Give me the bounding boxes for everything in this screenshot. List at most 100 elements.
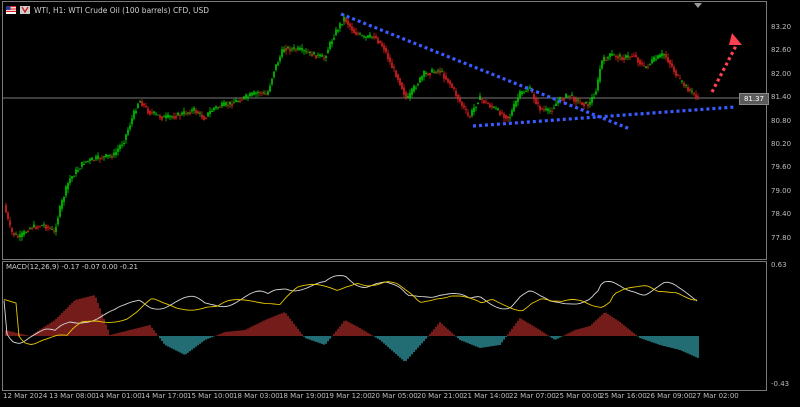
- macd-histogram-bar: [109, 335, 111, 336]
- candle-body: [139, 101, 141, 103]
- macd-histogram-bar: [463, 336, 465, 342]
- macd-histogram-bar: [369, 334, 371, 336]
- macd-histogram-bar: [295, 326, 297, 336]
- candle-body: [141, 101, 143, 107]
- candle-body: [563, 98, 565, 101]
- macd-histogram-bar: [659, 336, 661, 345]
- candle-body: [429, 72, 431, 76]
- candle-body: [523, 92, 525, 94]
- macd-histogram-bar: [115, 333, 117, 336]
- macd-histogram-bar: [419, 336, 421, 346]
- candle-body: [575, 98, 577, 103]
- macd-histogram-bar: [441, 323, 443, 336]
- macd-histogram-bar: [279, 314, 281, 336]
- candle-body: [161, 116, 163, 120]
- macd-histogram-bar: [515, 323, 517, 336]
- candle-body: [603, 56, 605, 62]
- candle-body: [519, 91, 521, 98]
- macd-histogram-bar: [53, 320, 55, 336]
- macd-histogram-bar: [431, 331, 433, 336]
- candle-body: [505, 115, 507, 119]
- macd-histogram-bar: [531, 325, 533, 336]
- candle-body: [47, 226, 49, 228]
- candle-body: [257, 92, 259, 94]
- descending-trendline[interactable]: [340, 12, 631, 131]
- macd-histogram-bar: [361, 329, 363, 336]
- candle-body: [277, 62, 279, 66]
- candle-body: [283, 49, 285, 53]
- candle-body: [87, 160, 89, 162]
- macd-histogram-bar: [67, 307, 69, 336]
- macd-histogram-bar: [177, 336, 179, 352]
- candle-body: [677, 74, 679, 76]
- time-axis-label: 26 Mar 09:00: [646, 392, 693, 400]
- macd-axis-bottom: -0.43: [771, 380, 790, 388]
- candle-body: [235, 100, 237, 102]
- candle-body: [551, 110, 553, 112]
- macd-histogram-bar: [103, 319, 105, 336]
- candle-body: [239, 100, 241, 103]
- macd-histogram-bar: [579, 328, 581, 336]
- candle-body: [43, 224, 45, 226]
- macd-histogram-bar: [9, 331, 11, 336]
- macd-histogram-bar: [397, 336, 399, 356]
- macd-histogram-bar: [487, 336, 489, 347]
- candle-body: [359, 33, 361, 35]
- macd-histogram-bar: [211, 336, 213, 338]
- macd-histogram-bar: [91, 295, 93, 336]
- candle-body: [423, 71, 425, 77]
- macd-histogram-bar: [695, 336, 697, 358]
- candle-body: [447, 78, 449, 83]
- candle-body: [401, 82, 403, 90]
- candle-body: [517, 97, 519, 102]
- candle-body: [349, 23, 351, 27]
- candle-body: [441, 71, 443, 73]
- macd-histogram-bar: [409, 336, 411, 357]
- candle-body: [435, 71, 437, 74]
- macd-histogram-bar: [575, 329, 577, 336]
- candle-body: [213, 107, 215, 110]
- candle-body: [49, 227, 51, 229]
- candle-body: [323, 57, 325, 59]
- macd-histogram-bar: [399, 336, 401, 358]
- macd-histogram-bar: [187, 336, 189, 353]
- candle-body: [295, 49, 297, 51]
- candle-body: [463, 105, 465, 108]
- candle-body: [443, 73, 445, 79]
- candle-body: [269, 85, 271, 92]
- macd-histogram-bar: [503, 336, 505, 340]
- macd-histogram-bar: [75, 299, 77, 336]
- forecast-arrow-head[interactable]: [729, 33, 742, 45]
- main-pane-border: [2, 1, 767, 260]
- candle-body: [433, 71, 435, 73]
- macd-histogram-bar: [689, 336, 691, 355]
- candle-body: [17, 235, 19, 238]
- candle-body: [221, 102, 223, 107]
- macd-histogram-bar: [245, 329, 247, 336]
- candle-body: [77, 170, 79, 172]
- chart-shift-marker[interactable]: [694, 3, 702, 8]
- candle-body: [511, 110, 513, 116]
- chart-window[interactable]: [0, 0, 800, 407]
- macd-histogram-bar: [597, 318, 599, 336]
- candle-body: [379, 40, 381, 44]
- candle-body: [487, 102, 489, 105]
- macd-histogram-bar: [595, 320, 597, 336]
- macd-histogram-bar: [623, 325, 625, 336]
- forecast-arrow-line[interactable]: [710, 41, 740, 93]
- macd-histogram-bar: [679, 336, 681, 350]
- macd-histogram-bar: [519, 318, 521, 336]
- candle-body: [163, 116, 165, 118]
- candle-body: [243, 96, 245, 99]
- candle-body: [637, 57, 639, 63]
- trendlines-layer[interactable]: [340, 12, 742, 131]
- macd-pane-border: [2, 261, 767, 391]
- candle-body: [437, 70, 439, 72]
- candle-body: [75, 169, 77, 174]
- candle-body: [201, 114, 203, 118]
- candle-body: [611, 53, 613, 56]
- candle-body: [461, 101, 463, 106]
- macd-histogram-bar: [233, 331, 235, 336]
- candle-body: [59, 206, 61, 217]
- macd-histogram-bar: [545, 334, 547, 336]
